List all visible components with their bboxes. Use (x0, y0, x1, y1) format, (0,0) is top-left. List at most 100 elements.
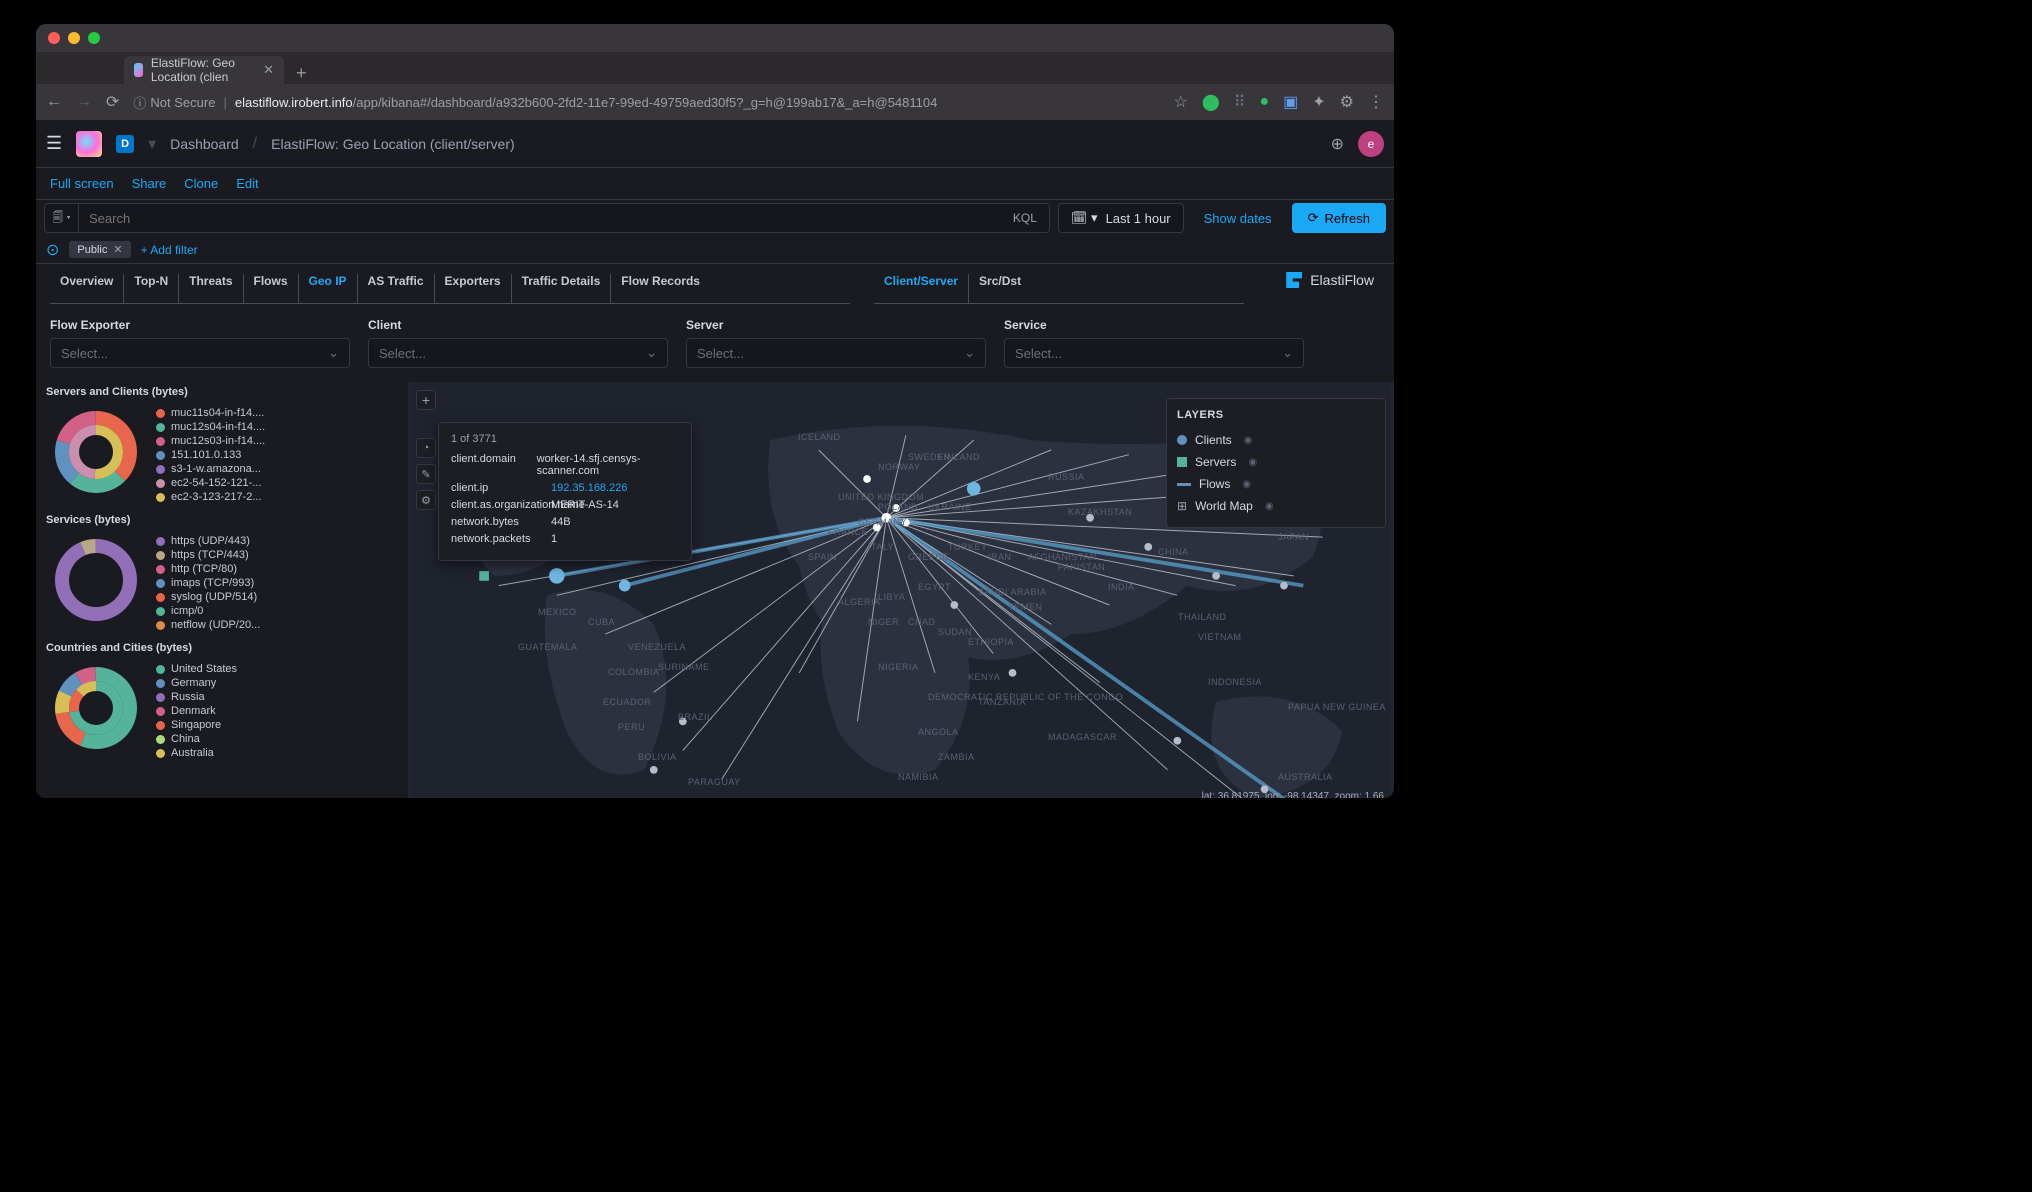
clone-link[interactable]: Clone (184, 176, 218, 191)
tab-flows[interactable]: Flows (244, 274, 299, 303)
space-selector[interactable]: D (116, 135, 134, 153)
date-picker[interactable]: 🗓 ▾ Last 1 hour (1058, 203, 1184, 233)
forward-icon[interactable]: → (76, 93, 92, 111)
full-screen-link[interactable]: Full screen (50, 176, 114, 191)
time-tool-icon[interactable]: ◔ (416, 438, 436, 458)
draw-tool-icon[interactable]: ✎ (416, 464, 436, 484)
elastic-logo-icon[interactable] (76, 131, 102, 157)
legend-label: United States (171, 663, 237, 675)
avatar[interactable]: e (1358, 131, 1384, 157)
legend-swatch (156, 537, 165, 546)
tab-client-server[interactable]: Client/Server (874, 274, 969, 303)
client-select[interactable]: Select...⌄ (368, 338, 668, 368)
evernote-extension-icon[interactable]: ⬤ (1202, 92, 1220, 112)
legend-item[interactable]: ec2-3-123-217-2... (156, 490, 398, 504)
extensions-icon[interactable]: ✦ (1312, 92, 1325, 112)
tab-as-traffic[interactable]: AS Traffic (358, 274, 435, 303)
legend-item[interactable]: ec2-54-152-121-... (156, 476, 398, 490)
saved-query-picker[interactable]: 🗐 ▾ (45, 204, 79, 232)
visibility-icon[interactable]: ◉ (1265, 501, 1274, 512)
extension-icon-2[interactable]: ● (1259, 93, 1269, 111)
legend-item[interactable]: muc12s04-in-f14.... (156, 420, 398, 434)
url-box[interactable]: ⓘNot Secure | elastiflow.irobert.info/ap… (133, 93, 1159, 112)
star-icon[interactable]: ☆ (1173, 92, 1187, 112)
legend-item[interactable]: United States (156, 662, 398, 676)
dashboard-actions: Full screen Share Clone Edit (36, 168, 1394, 200)
breadcrumb[interactable]: Dashboard (170, 136, 239, 152)
legend-item[interactable]: Germany (156, 676, 398, 690)
legend-item[interactable]: 151.101.0.133 (156, 448, 398, 462)
legend-item[interactable]: syslog (UDP/514) (156, 590, 398, 604)
visibility-icon[interactable]: ◉ (1248, 457, 1257, 468)
settings-tool-icon[interactable]: ⚙ (416, 490, 436, 510)
service-select[interactable]: Select...⌄ (1004, 338, 1304, 368)
tooltip-value[interactable]: 192.35.168.226 (551, 482, 627, 494)
donut-chart[interactable] (46, 402, 146, 502)
edit-link[interactable]: Edit (236, 176, 258, 191)
legend-item[interactable]: China (156, 732, 398, 746)
remove-filter-icon[interactable]: ✕ (113, 243, 122, 256)
layer-item[interactable]: Flows◉ (1177, 473, 1375, 495)
legend-item[interactable]: muc12s03-in-f14.... (156, 434, 398, 448)
legend-item[interactable]: muc11s04-in-f14.... (156, 406, 398, 420)
extension-icon[interactable]: ⠿ (1234, 92, 1246, 112)
legend-item[interactable]: Australia (156, 746, 398, 760)
tab-traffic-details[interactable]: Traffic Details (512, 274, 612, 303)
minimize-window-button[interactable] (68, 32, 80, 44)
search-input[interactable] (79, 211, 1001, 226)
legend-item[interactable]: imaps (TCP/993) (156, 576, 398, 590)
newsfeed-icon[interactable]: ⊕ (1331, 134, 1344, 154)
layer-item[interactable]: ⊞World Map◉ (1177, 495, 1375, 517)
share-link[interactable]: Share (132, 176, 167, 191)
server-label: Server (686, 318, 986, 332)
tab-threats[interactable]: Threats (179, 274, 243, 303)
tab-geo-ip[interactable]: Geo IP (299, 274, 358, 303)
donut-chart[interactable] (46, 658, 146, 758)
legend-item[interactable]: Singapore (156, 718, 398, 732)
legend-item[interactable]: Russia (156, 690, 398, 704)
kql-toggle[interactable]: KQL (1001, 211, 1049, 225)
new-tab-button[interactable]: + (284, 63, 319, 84)
visibility-icon[interactable]: ◉ (1244, 435, 1253, 446)
panel-title: Services (bytes) (46, 510, 398, 530)
settings-extension-icon[interactable]: ⚙ (1340, 92, 1354, 112)
legend-item[interactable]: s3-1-w.amazona... (156, 462, 398, 476)
close-tab-icon[interactable]: ✕ (263, 62, 274, 78)
tab-top-n[interactable]: Top-N (124, 274, 179, 303)
reload-icon[interactable]: ⟳ (106, 92, 119, 112)
visibility-icon[interactable]: ◉ (1242, 479, 1251, 490)
extension-icon-3[interactable]: ▣ (1283, 92, 1298, 112)
add-layer-button[interactable]: + (416, 390, 436, 410)
not-secure-badge[interactable]: ⓘNot Secure (133, 93, 215, 112)
legend-item[interactable]: https (TCP/443) (156, 548, 398, 562)
main-menu-icon[interactable]: ☰ (46, 133, 62, 154)
tab-exporters[interactable]: Exporters (435, 274, 512, 303)
back-icon[interactable]: ← (46, 93, 62, 111)
menu-icon[interactable]: ⋮ (1368, 92, 1384, 112)
refresh-button[interactable]: ⟳Refresh (1292, 203, 1386, 233)
query-bar: 🗐 ▾ KQL (44, 203, 1050, 233)
filter-icon[interactable]: ⊙ (46, 240, 59, 260)
maximize-window-button[interactable] (88, 32, 100, 44)
layer-item[interactable]: Servers◉ (1177, 451, 1375, 473)
legend-item[interactable]: Denmark (156, 704, 398, 718)
donut-chart[interactable] (46, 530, 146, 630)
layer-item[interactable]: Clients◉ (1177, 429, 1375, 451)
legend-item[interactable]: http (TCP/80) (156, 562, 398, 576)
tab-src-dst[interactable]: Src/Dst (969, 274, 1031, 303)
show-dates-link[interactable]: Show dates (1192, 211, 1284, 226)
close-window-button[interactable] (48, 32, 60, 44)
filter-chip[interactable]: Public✕ (69, 241, 130, 258)
legend-item[interactable]: https (UDP/443) (156, 534, 398, 548)
client-label: Client (368, 318, 668, 332)
legend-swatch (156, 451, 165, 460)
add-filter-link[interactable]: + Add filter (141, 243, 198, 257)
browser-tab[interactable]: ElastiFlow: Geo Location (clien ✕ (124, 56, 284, 84)
server-select[interactable]: Select...⌄ (686, 338, 986, 368)
map-panel[interactable]: + ◔ ✎ ⚙ (408, 382, 1394, 798)
flow-exporter-select[interactable]: Select...⌄ (50, 338, 350, 368)
legend-item[interactable]: icmp/0 (156, 604, 398, 618)
tab-overview[interactable]: Overview (50, 274, 124, 303)
legend-item[interactable]: netflow (UDP/20... (156, 618, 398, 632)
tab-flow-records[interactable]: Flow Records (611, 274, 710, 303)
